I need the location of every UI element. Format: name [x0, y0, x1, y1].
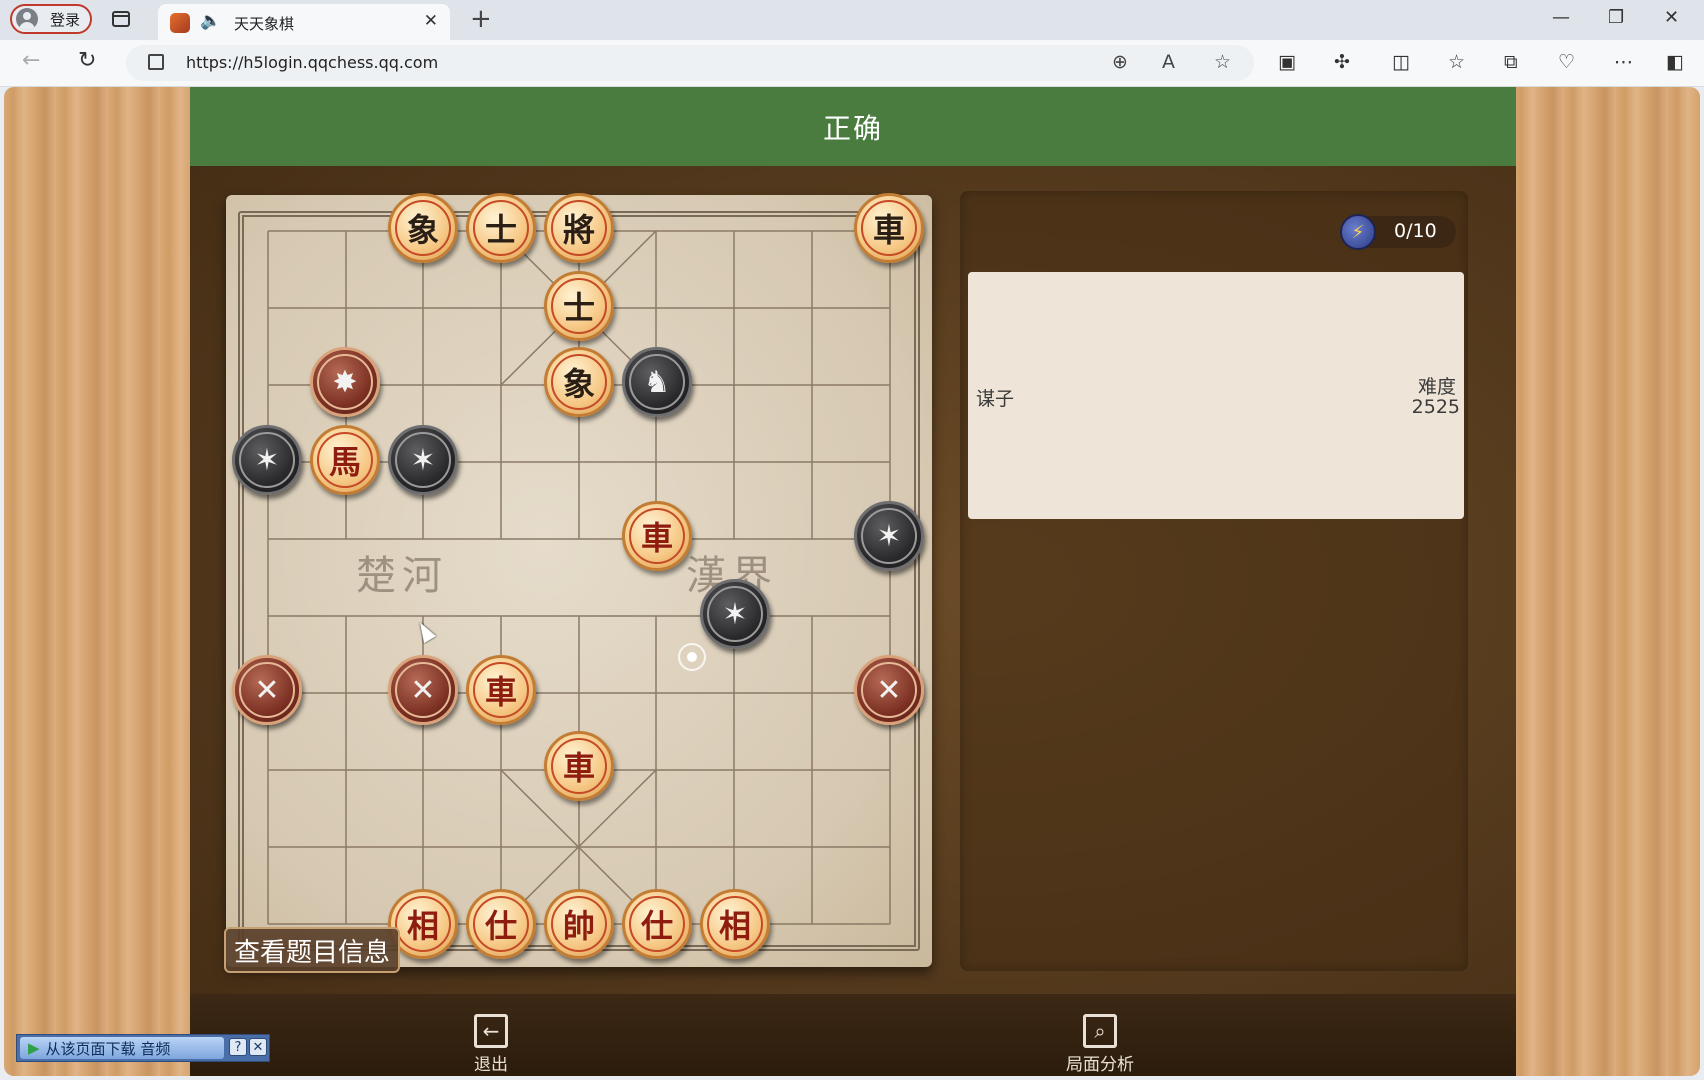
tab-title: 天天象棋	[234, 15, 295, 33]
address-toolbar: ← ↻ https://h5login.qqchess.qq.com ⊕ A ☆…	[0, 40, 1704, 87]
horse-symbol-icon: ♞	[643, 364, 671, 400]
position-analysis-button[interactable]: ⌕ 局面分析	[1066, 1014, 1134, 1075]
piece-brown-soldier-3[interactable]: ✕	[854, 655, 924, 725]
game-area: 正确 楚河 漢界 象 士 將 車 士 象 ♞ ✸ ✶ 馬 ✶ 車 ✶ ✶ ✕ ✕…	[190, 87, 1516, 1076]
profile-button[interactable]: 登录	[10, 4, 92, 34]
media-download-bar: ▶ 从该页面下载 音频 ? ✕	[16, 1034, 270, 1062]
exit-button[interactable]: ← 退出	[474, 1014, 508, 1075]
result-header: 正确	[190, 87, 1516, 166]
puzzle-type: 谋子	[976, 388, 1015, 410]
bottom-toolbar: ← 退出 ⌕ 局面分析	[190, 994, 1516, 1076]
split-screen-icon[interactable]: ◫	[1392, 51, 1410, 73]
tab-strip: 登录 🔈 天天象棋 ✕ + — ❐ ✕	[0, 0, 1704, 40]
close-download-bar-icon[interactable]: ✕	[249, 1038, 267, 1056]
piece-red-guard-right[interactable]: 仕	[622, 889, 692, 959]
soldier-symbol-icon: ✶	[722, 596, 748, 632]
lock-icon[interactable]	[148, 54, 164, 70]
download-audio-button[interactable]: ▶ 从该页面下载 音频	[20, 1037, 224, 1059]
refresh-button[interactable]: ↻	[78, 48, 96, 73]
extensions-icon[interactable]: ✣	[1334, 51, 1350, 73]
close-window-button[interactable]: ✕	[1664, 7, 1679, 28]
soldier-symbol-icon: ✕	[410, 672, 436, 708]
piece-chariot-top-right[interactable]: 車	[854, 193, 924, 263]
sidebar-app-icon[interactable]: ▣	[1278, 51, 1296, 73]
piece-brown-soldier-2[interactable]: ✕	[388, 655, 458, 725]
energy-value: 0/10	[1394, 220, 1437, 242]
address-bar[interactable]: https://h5login.qqchess.qq.com ⊕ A ☆	[126, 45, 1254, 81]
web-page: 正确 楚河 漢界 象 士 將 車 士 象 ♞ ✸ ✶ 馬 ✶ 車 ✶ ✶ ✕ ✕…	[4, 87, 1700, 1076]
soldier-symbol-icon: ✕	[254, 672, 280, 708]
play-icon: ▶	[28, 1039, 40, 1057]
site-favicon-icon	[170, 13, 190, 33]
speaker-icon[interactable]: 🔈	[200, 11, 221, 31]
exit-icon: ←	[474, 1014, 508, 1048]
favorites-icon[interactable]: ☆	[1448, 51, 1465, 73]
help-icon[interactable]: ?	[229, 1038, 247, 1056]
piece-dark-horse[interactable]: ♞	[622, 347, 692, 417]
zoom-icon[interactable]: ⊕	[1112, 51, 1128, 73]
cannon-symbol-icon: ✸	[332, 364, 358, 400]
move-target-marker[interactable]	[678, 643, 706, 671]
lightning-icon: ⚡	[1340, 214, 1376, 250]
chess-board[interactable]: 楚河 漢界 象 士 將 車 士 象 ♞ ✸ ✶ 馬 ✶ 車 ✶ ✶ ✕ ✕ 車 …	[226, 193, 932, 967]
analysis-icon: ⌕	[1083, 1014, 1117, 1048]
river-left-label: 楚河	[356, 553, 448, 599]
energy-counter[interactable]: ⚡ 0/10	[1340, 214, 1456, 250]
piece-red-guard-left[interactable]: 仕	[466, 889, 536, 959]
piece-dark-soldier-1[interactable]: ✶	[232, 425, 302, 495]
soldier-symbol-icon: ✕	[876, 672, 902, 708]
chariot-symbol-icon: ✶	[876, 518, 902, 554]
piece-brown-soldier-1[interactable]: ✕	[232, 655, 302, 725]
piece-advisor-2[interactable]: 士	[544, 271, 614, 341]
piece-red-advisor[interactable]: 士	[466, 193, 536, 263]
avatar-icon	[16, 8, 38, 30]
piece-red-elephant[interactable]: 象	[388, 193, 458, 263]
tab-actions-icon[interactable]	[112, 11, 130, 27]
puzzle-info-panel: ⚡ 0/10 谋子 难度 2525	[960, 191, 1468, 971]
piece-dark-chariot[interactable]: ✶	[854, 501, 924, 571]
result-title: 正确	[822, 111, 883, 145]
exit-label: 退出	[474, 1055, 508, 1075]
piece-red-chariot-2[interactable]: 車	[466, 655, 536, 725]
piece-general[interactable]: 將	[544, 193, 614, 263]
difficulty-label: 难度	[1417, 376, 1456, 398]
restore-button[interactable]: ❐	[1608, 7, 1624, 28]
view-puzzle-info-button[interactable]: 查看题目信息	[224, 927, 401, 973]
piece-red-horse[interactable]: 馬	[310, 425, 380, 495]
browser-essentials-icon[interactable]: ♡	[1558, 51, 1575, 73]
new-tab-button[interactable]: +	[470, 4, 492, 34]
sidebar-toggle-icon[interactable]: ◧	[1666, 51, 1684, 73]
profile-label: 登录	[50, 10, 81, 29]
back-button[interactable]: ←	[22, 48, 40, 73]
analysis-label: 局面分析	[1066, 1055, 1134, 1075]
minimize-button[interactable]: —	[1552, 7, 1570, 28]
download-label: 从该页面下载 音频	[45, 1039, 171, 1058]
piece-red-chariot-3[interactable]: 車	[544, 731, 614, 801]
url-text[interactable]: https://h5login.qqchess.qq.com	[186, 53, 438, 72]
piece-red-chariot-1[interactable]: 車	[622, 501, 692, 571]
tab-close-icon[interactable]: ✕	[424, 11, 438, 31]
difficulty-value: 2525	[1411, 396, 1460, 418]
more-menu-icon[interactable]: ⋯	[1614, 51, 1633, 73]
piece-red-marshal[interactable]: 帥	[544, 889, 614, 959]
soldier-symbol-icon: ✶	[254, 442, 280, 478]
favorite-star-icon[interactable]: ☆	[1214, 51, 1231, 73]
soldier-symbol-icon: ✶	[410, 442, 436, 478]
piece-dark-soldier-2[interactable]: ✶	[388, 425, 458, 495]
piece-dark-piece-river[interactable]: ✶	[700, 579, 770, 649]
read-aloud-icon[interactable]: A	[1162, 51, 1175, 73]
piece-red-minister-right[interactable]: 相	[700, 889, 770, 959]
collections-icon[interactable]: ⧉	[1504, 51, 1518, 73]
puzzle-card: 谋子 难度 2525	[968, 272, 1464, 519]
tab-tiantian-xiangqi[interactable]: 🔈 天天象棋 ✕	[158, 4, 450, 40]
piece-elephant-2[interactable]: 象	[544, 347, 614, 417]
piece-brown-cannon[interactable]: ✸	[310, 347, 380, 417]
